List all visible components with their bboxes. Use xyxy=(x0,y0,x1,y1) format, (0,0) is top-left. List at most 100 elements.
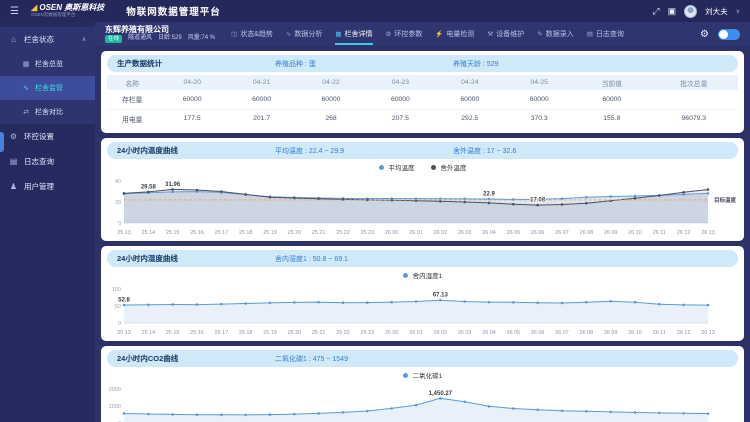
tab-6[interactable]: ✎ 数据录入 xyxy=(537,24,573,45)
chart-card-header: 24小时内CO2曲线 二氧化碳1 : 475 ~ 1549 xyxy=(107,350,738,367)
tab-icon: ▤ xyxy=(586,30,593,38)
tab-3[interactable]: ⚙ 环控参数 xyxy=(386,24,423,45)
svg-text:25 13: 25 13 xyxy=(117,230,131,236)
tab-0[interactable]: ◫ 状态&趋势 xyxy=(231,24,273,45)
svg-text:67.13: 67.13 xyxy=(433,293,449,299)
sidebar-item-label: 栏舍状态 xyxy=(24,35,54,44)
sidebar-item-1[interactable]: ⚙ 环控设置 xyxy=(0,124,95,149)
settings-gear-icon[interactable]: ⚙ xyxy=(700,29,709,40)
legend-item[interactable]: 二氧化碳1 xyxy=(402,370,443,380)
chart-card-1: 24小时内湿度曲线 舍内湿度1 : 50.8 ~ 69.1 舍内湿度1 0 50 100… xyxy=(101,246,744,341)
svg-text:26 07: 26 07 xyxy=(555,330,569,336)
chart-card-header: 24小时内温度曲线 平均温度 : 22.4 ~ 29.9 舍外温度 : 17 ~ 3… xyxy=(107,142,738,159)
table-row: 存栏量 60000 60000 60000 60000 60000 60000 60000 xyxy=(107,90,738,110)
table-header: 名称 xyxy=(107,75,158,90)
tab-1[interactable]: ∿ 数据分析 xyxy=(286,24,322,45)
svg-text:26 10: 26 10 xyxy=(628,330,642,336)
theme-toggle[interactable] xyxy=(718,28,740,40)
svg-text:26 09: 26 09 xyxy=(604,330,618,336)
fullscreen-icon[interactable]: ⤢ xyxy=(652,6,659,17)
tab-2[interactable]: ▦ 栏舍详情 xyxy=(335,24,373,45)
chevron-up-icon: ∧ xyxy=(81,37,86,43)
legend-dot xyxy=(402,373,408,378)
sidebar-subitem-label: 栏舍总览 xyxy=(35,61,63,68)
chart-stat: 二氧化碳1 : 475 ~ 1549 xyxy=(275,355,348,363)
sidebar-item-0[interactable]: ⌂ 栏舍状态 ∧ xyxy=(0,27,95,52)
table-header: 04-22 xyxy=(296,75,366,90)
legend-item[interactable]: 舍外温度 xyxy=(430,162,466,172)
24小时内CO2曲线-plot: 0100020001,450.2725 1325 1425 1525 1625 … xyxy=(109,387,710,422)
chart-card-2: 24小时内CO2曲线二氧化碳1 : 475 ~ 1549 二氧化碳1 010002… xyxy=(101,346,744,422)
tab-4[interactable]: ⚡ 电量检测 xyxy=(435,24,474,45)
notification-panel-icon[interactable]: ▣ xyxy=(668,6,677,17)
production-stat: 养殖天龄 : 529 xyxy=(453,60,499,68)
sidebar-item-label: 环控设置 xyxy=(24,132,54,141)
svg-text:26 03: 26 03 xyxy=(458,330,472,336)
page-title: 物联网数据管理平台 xyxy=(126,7,221,18)
svg-text:25 19: 25 19 xyxy=(263,230,277,236)
sidebar-collapse-handle[interactable] xyxy=(0,132,4,152)
tab-icon: ⚙ xyxy=(385,30,392,38)
sidebar-subitem-label: 栏舍对比 xyxy=(35,109,63,116)
sidebar-subitem-0[interactable]: ▦ 栏舍总览 xyxy=(0,52,95,76)
tab-label: 数据录入 xyxy=(545,30,574,38)
svg-text:25 22: 25 22 xyxy=(336,230,350,236)
legend-dot xyxy=(378,165,384,170)
company-block: 东辉养殖有限公司 在线 隧道通风 日龄:529 风量:74 % xyxy=(105,25,215,43)
table-cell xyxy=(649,90,738,110)
table-cell: 60000 xyxy=(435,90,505,110)
svg-text:25 17: 25 17 xyxy=(215,330,229,336)
legend-label: 二氧化碳1 xyxy=(412,373,443,380)
svg-text:25 19: 25 19 xyxy=(263,330,277,336)
tab-icon: ∿ xyxy=(285,30,292,38)
svg-text:25 21: 25 21 xyxy=(312,330,326,336)
svg-text:29.58: 29.58 xyxy=(141,184,157,190)
legend-label: 平均温度 xyxy=(388,165,415,172)
sidebar-subitem-2[interactable]: ⇄ 栏舍对比 xyxy=(0,100,95,124)
logo-subtitle: OSEN云数据管理平台 xyxy=(30,11,76,17)
svg-text:26 00: 26 00 xyxy=(385,230,399,236)
svg-text:25 16: 25 16 xyxy=(190,330,204,336)
user-menu-caret-icon[interactable]: ∨ xyxy=(736,8,740,15)
svg-text:26 02: 26 02 xyxy=(434,330,448,336)
tab-5[interactable]: ⚒ 设备维护 xyxy=(487,24,524,45)
app-logo: ◢ OSEN 奥斯恩科技 OSEN云数据管理平台 xyxy=(31,4,104,17)
sidebar-item-2[interactable]: ▤ 日志查询 xyxy=(0,149,95,174)
svg-text:26 13: 26 13 xyxy=(701,230,715,236)
avatar[interactable] xyxy=(684,4,698,18)
username: 刘大夫 xyxy=(705,6,728,16)
env-settings-icon: ⚙ xyxy=(9,132,18,141)
sub-header: 东辉养殖有限公司 在线 隧道通风 日龄:529 风量:74 % ◫ 状态&趋势 ∿ 数… xyxy=(95,22,750,46)
svg-text:26 07: 26 07 xyxy=(555,230,569,236)
svg-text:31.96: 31.96 xyxy=(165,182,181,188)
svg-text:25 22: 25 22 xyxy=(336,330,350,336)
table-header: 04-20 xyxy=(157,75,227,90)
svg-text:26 10: 26 10 xyxy=(628,230,642,236)
sidebar-subitem-1[interactable]: ∿ 栏舍监管 xyxy=(0,76,95,100)
online-status-badge: 在线 xyxy=(105,34,123,43)
svg-text:26 01: 26 01 xyxy=(409,330,423,336)
chart-legend: 舍内湿度1 xyxy=(107,270,738,280)
svg-text:17.08: 17.08 xyxy=(530,198,546,204)
svg-text:1,450.27: 1,450.27 xyxy=(429,391,453,397)
svg-text:25 14: 25 14 xyxy=(142,330,156,336)
tab-icon: ⚡ xyxy=(435,30,444,38)
sidebar-collapse-icon[interactable]: ☰ xyxy=(10,6,19,17)
user-manage-icon: ♟ xyxy=(9,182,18,191)
tab-7[interactable]: ▤ 日志查询 xyxy=(587,24,624,45)
24小时内湿度曲线-plot: 0 50 100 52.8 67.13 25 13 25 14 25 15 25 16 25 17… xyxy=(112,287,715,336)
tab-label: 环控参数 xyxy=(394,30,423,38)
svg-text:26 01: 26 01 xyxy=(409,230,423,236)
legend-item[interactable]: 平均温度 xyxy=(378,162,415,172)
tab-label: 数据分析 xyxy=(294,30,323,38)
svg-text:26 12: 26 12 xyxy=(677,230,691,236)
svg-text:52.8: 52.8 xyxy=(118,298,130,304)
sidebar-item-3[interactable]: ♟ 用户管理 xyxy=(0,174,95,199)
table-cell: 60000 xyxy=(365,90,436,110)
table-cell: 96079.3 xyxy=(681,115,707,123)
production-stat: 养殖品种 : 蛋 xyxy=(275,60,316,68)
svg-text:26 13: 26 13 xyxy=(701,330,715,336)
table-cell: 60000 xyxy=(157,90,227,110)
legend-item[interactable]: 舍内湿度1 xyxy=(402,270,442,280)
table-cell: 60000 xyxy=(296,90,366,110)
